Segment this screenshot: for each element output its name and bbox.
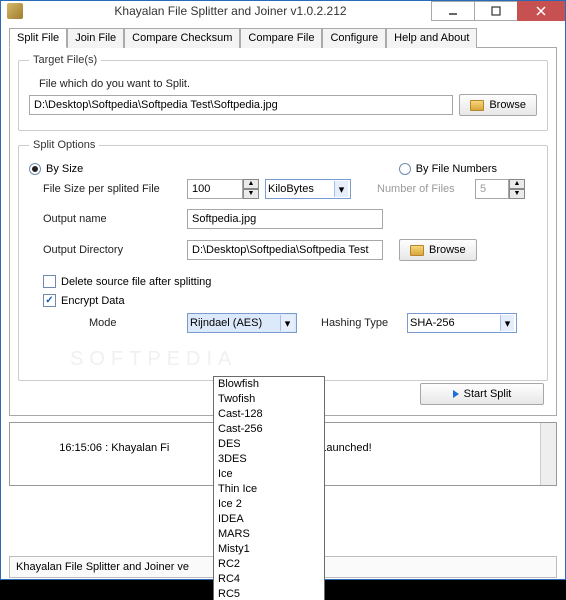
mode-option[interactable]: RC5	[214, 587, 324, 600]
radio-by-size[interactable]: By Size	[29, 163, 83, 175]
mode-label: Mode	[89, 317, 181, 329]
mode-option[interactable]: Thin Ice	[214, 482, 324, 497]
legend-split: Split Options	[29, 139, 99, 151]
tab-help-about[interactable]: Help and About	[386, 28, 477, 48]
window-buttons	[432, 1, 565, 21]
mode-option[interactable]: Ice 2	[214, 497, 324, 512]
play-icon	[453, 390, 459, 398]
outdir-label: Output Directory	[43, 244, 181, 256]
chevron-down-icon: ▾	[334, 181, 348, 197]
folder-icon	[410, 245, 424, 256]
client-area: Split File Join File Compare Checksum Co…	[1, 21, 565, 582]
mode-dropdown-list[interactable]: Blowfish Twofish Cast-128 Cast-256 DES 3…	[213, 376, 325, 600]
tab-compare-checksum[interactable]: Compare Checksum	[124, 28, 240, 48]
numfiles-spinner[interactable]: ▲▼	[475, 179, 525, 199]
mode-option[interactable]: DES	[214, 437, 324, 452]
mode-option[interactable]: RC4	[214, 572, 324, 587]
titlebar: Khayalan File Splitter and Joiner v1.0.2…	[1, 1, 565, 21]
filesize-label: File Size per splited File	[43, 183, 181, 195]
radio-dot-icon	[29, 163, 41, 175]
filesize-spinner[interactable]: ▲▼	[187, 179, 259, 199]
tab-compare-file[interactable]: Compare File	[240, 28, 322, 48]
outdir-input[interactable]	[187, 240, 383, 260]
mode-value: Rijndael (AES)	[190, 317, 262, 329]
target-browse-button[interactable]: Browse	[459, 94, 537, 116]
tab-join-file[interactable]: Join File	[67, 28, 124, 48]
window-title: Khayalan File Splitter and Joiner v1.0.2…	[29, 4, 432, 18]
app-icon	[7, 3, 23, 19]
start-split-label: Start Split	[464, 388, 512, 400]
tab-strip: Split File Join File Compare Checksum Co…	[9, 27, 557, 48]
mode-option[interactable]: IDEA	[214, 512, 324, 527]
scrollbar[interactable]	[540, 423, 556, 485]
folder-icon	[470, 100, 484, 111]
spin-up-icon[interactable]: ▲	[243, 179, 259, 189]
hash-value: SHA-256	[410, 317, 455, 329]
target-help-text: File which do you want to Split.	[39, 78, 190, 90]
tab-panel-split: SOFTPEDIA Target File(s) File which do y…	[9, 48, 557, 416]
radio-dot-icon	[399, 163, 411, 175]
hash-label: Hashing Type	[321, 317, 401, 329]
mode-option[interactable]: RC2	[214, 557, 324, 572]
close-button[interactable]	[517, 1, 565, 21]
mode-option[interactable]: Twofish	[214, 392, 324, 407]
spin-down-icon[interactable]: ▼	[243, 189, 259, 199]
unit-value: KiloBytes	[268, 183, 314, 195]
checkbox-icon	[43, 275, 56, 288]
radio-by-number[interactable]: By File Numbers	[399, 163, 497, 175]
mode-option[interactable]: MARS	[214, 527, 324, 542]
by-number-label: By File Numbers	[416, 163, 497, 175]
checkbox-checked-icon	[43, 294, 56, 307]
delete-source-checkbox[interactable]: Delete source file after splitting	[43, 275, 211, 288]
mode-option[interactable]: Cast-256	[214, 422, 324, 437]
encrypt-checkbox[interactable]: Encrypt Data	[43, 294, 125, 307]
group-split-options: Split Options By Size By File Numbers Fi…	[18, 139, 548, 381]
by-size-label: By Size	[46, 163, 83, 175]
status-text: Khayalan File Splitter and Joiner ve	[16, 561, 189, 573]
maximize-button[interactable]	[474, 1, 518, 21]
start-split-button[interactable]: Start Split	[420, 383, 544, 405]
target-path-input[interactable]	[29, 95, 453, 115]
spin-up-icon[interactable]: ▲	[509, 179, 525, 189]
mode-option[interactable]: Cast-128	[214, 407, 324, 422]
numfiles-label: Number of Files	[377, 183, 469, 195]
minimize-button[interactable]	[431, 1, 475, 21]
tab-split-file[interactable]: Split File	[9, 28, 67, 48]
browse-label: Browse	[489, 99, 526, 111]
mode-combo[interactable]: Rijndael (AES) ▾	[187, 313, 297, 333]
app-window: Khayalan File Splitter and Joiner v1.0.2…	[0, 0, 566, 580]
numfiles-input[interactable]	[475, 179, 509, 199]
browse-label: Browse	[429, 244, 466, 256]
group-target-files: Target File(s) File which do you want to…	[18, 54, 548, 131]
outdir-browse-button[interactable]: Browse	[399, 239, 477, 261]
legend-target: Target File(s)	[29, 54, 101, 66]
encrypt-label: Encrypt Data	[61, 295, 125, 307]
outname-label: Output name	[43, 213, 181, 225]
mode-option[interactable]: 3DES	[214, 452, 324, 467]
outname-input[interactable]	[187, 209, 383, 229]
chevron-down-icon: ▾	[500, 315, 514, 331]
delete-label: Delete source file after splitting	[61, 276, 211, 288]
unit-combo[interactable]: KiloBytes ▾	[265, 179, 351, 199]
hash-combo[interactable]: SHA-256 ▾	[407, 313, 517, 333]
tab-configure[interactable]: Configure	[322, 28, 386, 48]
chevron-down-icon: ▾	[280, 315, 294, 331]
mode-option[interactable]: Ice	[214, 467, 324, 482]
mode-option[interactable]: Misty1	[214, 542, 324, 557]
spin-down-icon[interactable]: ▼	[509, 189, 525, 199]
filesize-input[interactable]	[187, 179, 243, 199]
mode-option[interactable]: Blowfish	[214, 377, 324, 392]
